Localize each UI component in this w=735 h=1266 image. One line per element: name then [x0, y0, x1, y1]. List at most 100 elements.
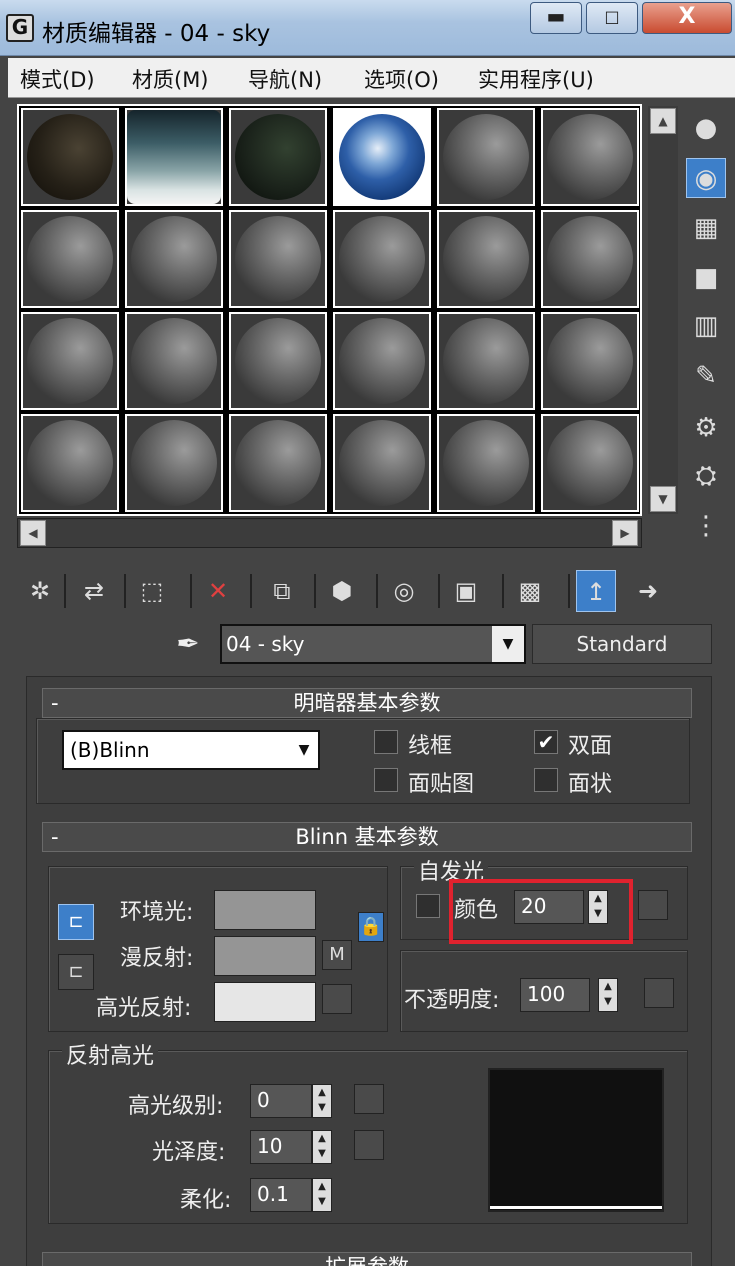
material-slot[interactable]	[333, 108, 431, 206]
material-slot[interactable]	[125, 312, 223, 410]
scroll-right-button[interactable]: ▶	[612, 520, 638, 546]
rollout-shader-basic-header[interactable]: - 明暗器基本参数	[42, 688, 692, 718]
material-slot[interactable]	[437, 210, 535, 308]
specular-color-swatch[interactable]	[214, 982, 316, 1022]
material-slot[interactable]	[125, 414, 223, 512]
background-icon[interactable]: ▦	[686, 208, 726, 248]
ambient-color-swatch[interactable]	[214, 890, 316, 930]
self-illum-color-checkbox[interactable]	[416, 894, 440, 918]
specular-level-spinner[interactable]: ▲ ▼	[312, 1084, 332, 1118]
opacity-value-field[interactable]: 100	[520, 978, 590, 1012]
show-map-icon[interactable]: ▣	[446, 570, 486, 612]
material-slot[interactable]	[541, 414, 639, 512]
material-slot[interactable]	[21, 108, 119, 206]
go-forward-sibling-icon[interactable]: ➜	[628, 570, 668, 612]
menu-mode[interactable]: 模式(D)	[20, 64, 95, 94]
faceted-checkbox[interactable]	[534, 768, 558, 792]
show-end-result-icon[interactable]: ▩	[510, 570, 550, 612]
material-slot[interactable]	[229, 108, 327, 206]
slots-horizontal-scrollbar[interactable]: ◀ ▶	[17, 518, 642, 548]
pick-material-eyedropper-icon[interactable]: ✒	[170, 624, 206, 664]
opacity-spinner[interactable]: ▲ ▼	[598, 978, 618, 1012]
glossiness-map-button[interactable]	[354, 1130, 384, 1160]
put-to-library-icon[interactable]: ⬢	[322, 570, 362, 612]
collapse-icon: -	[51, 691, 59, 715]
material-map-navigator-icon[interactable]: ⋮	[686, 506, 726, 546]
slots-vertical-scrollbar[interactable]: ▲ ▼	[648, 106, 678, 514]
go-to-parent-icon[interactable]: ↥	[576, 570, 616, 612]
material-preview-sphere	[339, 420, 425, 506]
scroll-up-button[interactable]: ▲	[650, 108, 676, 134]
material-name-dropdown-arrow[interactable]: ▼	[492, 626, 524, 662]
self-illum-map-button[interactable]	[638, 890, 668, 920]
select-by-material-icon[interactable]: ⛭	[686, 456, 726, 496]
menu-options[interactable]: 选项(O)	[364, 64, 439, 94]
material-slot[interactable]	[125, 108, 223, 206]
rollout-title: 明暗器基本参数	[293, 691, 441, 715]
wire-checkbox[interactable]	[374, 730, 398, 754]
soften-field[interactable]: 0.1	[250, 1178, 312, 1212]
glossiness-field[interactable]: 10	[250, 1130, 312, 1164]
toolbar-separator	[124, 574, 126, 608]
specular-level-field[interactable]: 0	[250, 1084, 312, 1118]
scroll-left-button[interactable]: ◀	[20, 520, 46, 546]
material-slot[interactable]	[541, 312, 639, 410]
uv-tiling-icon[interactable]: ■	[686, 258, 726, 298]
lock-ambient-diffuse-icon[interactable]: ⊏	[58, 904, 94, 940]
specular-map-button[interactable]	[322, 984, 352, 1014]
get-material-icon[interactable]: ✲	[20, 570, 60, 612]
soften-spinner[interactable]: ▲ ▼	[312, 1178, 332, 1212]
close-button[interactable]: X	[642, 2, 732, 34]
reset-icon[interactable]: ✕	[198, 570, 238, 612]
material-slot[interactable]	[21, 312, 119, 410]
material-slot[interactable]	[229, 210, 327, 308]
make-preview-icon[interactable]: ✎	[686, 356, 726, 396]
material-name-field[interactable]: 04 - sky	[220, 624, 526, 664]
material-slot[interactable]	[541, 210, 639, 308]
diffuse-color-swatch[interactable]	[214, 936, 316, 976]
lock-diffuse-specular-icon[interactable]: ⊏	[58, 954, 94, 990]
glossiness-spinner[interactable]: ▲ ▼	[312, 1130, 332, 1164]
material-slot[interactable]	[333, 414, 431, 512]
minimize-button[interactable]: ▬	[530, 2, 582, 34]
two-sided-checkbox[interactable]: ✔	[534, 730, 558, 754]
title-bar[interactable]: G 材质编辑器 - 04 - sky ▬ □ X	[0, 0, 735, 56]
put-to-scene-icon[interactable]: ⇄	[74, 570, 114, 612]
sample-type-icon[interactable]: ●	[686, 108, 726, 148]
rollout-extended-header[interactable]: - 扩展参数	[42, 1252, 692, 1266]
specular-level-map-button[interactable]	[354, 1084, 384, 1114]
menu-material[interactable]: 材质(M)	[132, 64, 209, 94]
opacity-label: 不透明度:	[404, 988, 500, 1013]
material-slot[interactable]	[541, 108, 639, 206]
make-unique-icon[interactable]: ⧉	[262, 570, 302, 612]
opacity-map-button[interactable]	[644, 978, 674, 1008]
lock-icon[interactable]: 🔒	[358, 912, 384, 942]
backlight-icon[interactable]: ◉	[686, 158, 726, 198]
material-slot[interactable]	[437, 312, 535, 410]
assign-to-selection-icon[interactable]: ⬚	[132, 570, 172, 612]
maximize-button[interactable]: □	[586, 2, 638, 34]
menu-utilities[interactable]: 实用程序(U)	[478, 64, 594, 94]
toolbar-separator	[64, 574, 66, 608]
material-type-button[interactable]: Standard	[532, 624, 712, 664]
diffuse-map-button[interactable]: M	[322, 940, 352, 970]
material-slot[interactable]	[437, 414, 535, 512]
material-preview-sphere	[443, 420, 529, 506]
toolbar-separator	[250, 574, 252, 608]
material-slot[interactable]	[21, 414, 119, 512]
material-slot[interactable]	[125, 210, 223, 308]
menu-navigation[interactable]: 导航(N)	[248, 64, 322, 94]
material-slot[interactable]	[229, 312, 327, 410]
options-icon[interactable]: ⚙	[686, 408, 726, 448]
video-color-check-icon[interactable]: ▥	[686, 306, 726, 346]
rollout-blinn-basic-header[interactable]: - Blinn 基本参数	[42, 822, 692, 852]
shader-type-select[interactable]: (B)Blinn	[62, 730, 320, 770]
face-map-checkbox[interactable]	[374, 768, 398, 792]
material-slot[interactable]	[229, 414, 327, 512]
material-slot[interactable]	[333, 312, 431, 410]
scroll-down-button[interactable]: ▼	[650, 486, 676, 512]
material-slot[interactable]	[437, 108, 535, 206]
material-effects-icon[interactable]: ◎	[384, 570, 424, 612]
material-slot[interactable]	[21, 210, 119, 308]
material-slot[interactable]	[333, 210, 431, 308]
